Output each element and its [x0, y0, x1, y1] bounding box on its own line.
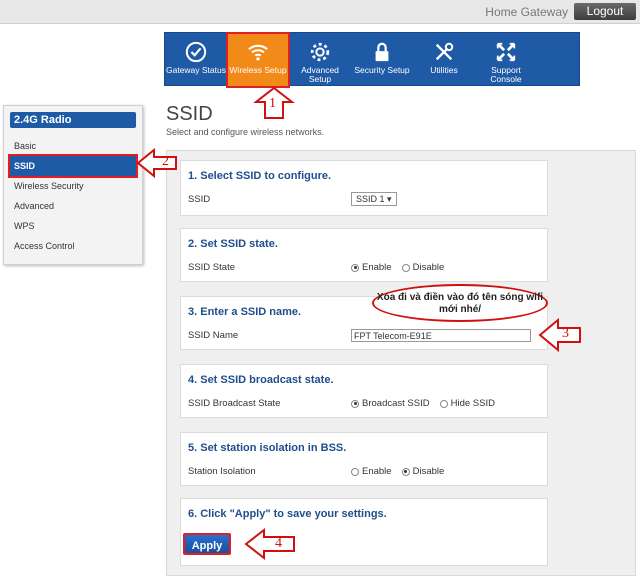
nav-security-setup[interactable]: Security Setup	[351, 33, 413, 87]
radio-label: Hide SSID	[450, 398, 495, 409]
lock-icon	[375, 42, 389, 62]
radio-label: Disable	[412, 466, 445, 477]
sidebar-item-wireless-security[interactable]: Wireless Security	[4, 176, 142, 196]
nav-label: Security Setup	[354, 65, 410, 75]
section-title: 4. Set SSID broadcast state.	[188, 374, 334, 386]
gauge-icon	[185, 41, 207, 63]
tools-icon	[435, 42, 454, 61]
nav-utilities[interactable]: Utilities	[413, 33, 475, 87]
section-station-isolation: 5. Set station isolation in BSS. Station…	[180, 432, 548, 486]
logout-button[interactable]: Logout	[574, 3, 636, 20]
nav-wireless-setup[interactable]: Wireless Setup	[226, 32, 290, 88]
sidebar-item-access-control[interactable]: Access Control	[4, 236, 142, 256]
arrow-left-annotation	[244, 527, 295, 561]
section-ssid-state: 2. Set SSID state. SSID State Enable Dis…	[180, 228, 548, 282]
gear-icon	[310, 42, 330, 62]
sidebar-item-ssid[interactable]: SSID	[8, 154, 138, 178]
station-isolation-label: Station Isolation	[188, 466, 256, 477]
isolation-disable-radio[interactable]	[401, 467, 410, 476]
broadcast-state-label: SSID Broadcast State	[188, 398, 281, 409]
nav-label: Advanced Setup	[301, 65, 339, 84]
move-icon	[496, 42, 516, 62]
arrow-left-annotation	[538, 317, 581, 353]
chevron-down-icon: ▾	[387, 194, 392, 204]
radio-label: Enable	[362, 262, 392, 273]
arrow-left-annotation	[136, 147, 177, 179]
radio-label: Disable	[412, 262, 445, 273]
wifi-icon	[248, 44, 268, 61]
ssid-state-disable-radio[interactable]	[401, 263, 410, 272]
section-title: 3. Enter a SSID name.	[188, 306, 302, 318]
nav-label: Gateway Status	[165, 65, 226, 75]
ssid-name-input[interactable]	[351, 329, 531, 342]
gateway-title: Home Gateway	[485, 5, 568, 19]
nav-label: Utilities	[430, 65, 458, 75]
sidebar: 2.4G Radio Basic SSID Wireless Security …	[3, 105, 143, 265]
nav-label: Support Console	[490, 65, 522, 84]
section-title: 5. Set station isolation in BSS.	[188, 442, 347, 454]
section-title: 6. Click "Apply" to save your settings.	[188, 508, 387, 520]
section-title: 2. Set SSID state.	[188, 238, 278, 250]
ssid-select-value: SSID 1	[356, 194, 385, 204]
nav-support-console[interactable]: Support Console	[475, 33, 537, 87]
step-number-4: 4	[275, 536, 282, 551]
isolation-enable-radio[interactable]	[351, 467, 359, 476]
nav-label: Wireless Setup	[229, 65, 287, 75]
ssid-label: SSID	[188, 194, 211, 205]
ssid-select[interactable]: SSID 1 ▾	[351, 192, 397, 206]
ssid-state-label: SSID State	[188, 262, 235, 273]
step-number-1: 1	[269, 96, 276, 111]
section-title: 1. Select SSID to configure.	[188, 170, 332, 182]
page-subtitle: Select and configure wireless networks.	[166, 127, 325, 137]
ssid-state-enable-radio[interactable]	[351, 263, 359, 272]
ssid-name-label: SSID Name	[188, 330, 239, 341]
section-broadcast-state: 4. Set SSID broadcast state. SSID Broadc…	[180, 364, 548, 418]
main-nav: Gateway Status Wireless Setup Advanced S…	[164, 32, 580, 88]
nav-advanced-setup[interactable]: Advanced Setup	[289, 33, 351, 87]
sidebar-item-basic[interactable]: Basic	[4, 136, 142, 156]
step-number-2: 2	[162, 154, 169, 169]
apply-button[interactable]: Apply	[183, 533, 231, 555]
radio-label: Enable	[362, 466, 392, 477]
section-select-ssid: 1. Select SSID to configure. SSID SSID 1…	[180, 160, 548, 216]
step-number-3: 3	[562, 326, 569, 341]
radio-label: Broadcast SSID	[362, 398, 430, 409]
sidebar-item-advanced[interactable]: Advanced	[4, 196, 142, 216]
instruction-bubble: Xóa đi và điền vào đó tên sóng wifi mới …	[372, 284, 548, 322]
top-bar: Home Gateway Logout	[0, 0, 640, 24]
broadcast-ssid-radio[interactable]	[351, 399, 359, 408]
page-title: SSID	[166, 103, 213, 125]
section-apply: 6. Click "Apply" to save your settings.	[180, 498, 548, 566]
nav-gateway-status[interactable]: Gateway Status	[165, 33, 227, 87]
sidebar-item-wps[interactable]: WPS	[4, 216, 142, 236]
hide-ssid-radio[interactable]	[439, 399, 448, 408]
sidebar-heading: 2.4G Radio	[10, 112, 136, 128]
